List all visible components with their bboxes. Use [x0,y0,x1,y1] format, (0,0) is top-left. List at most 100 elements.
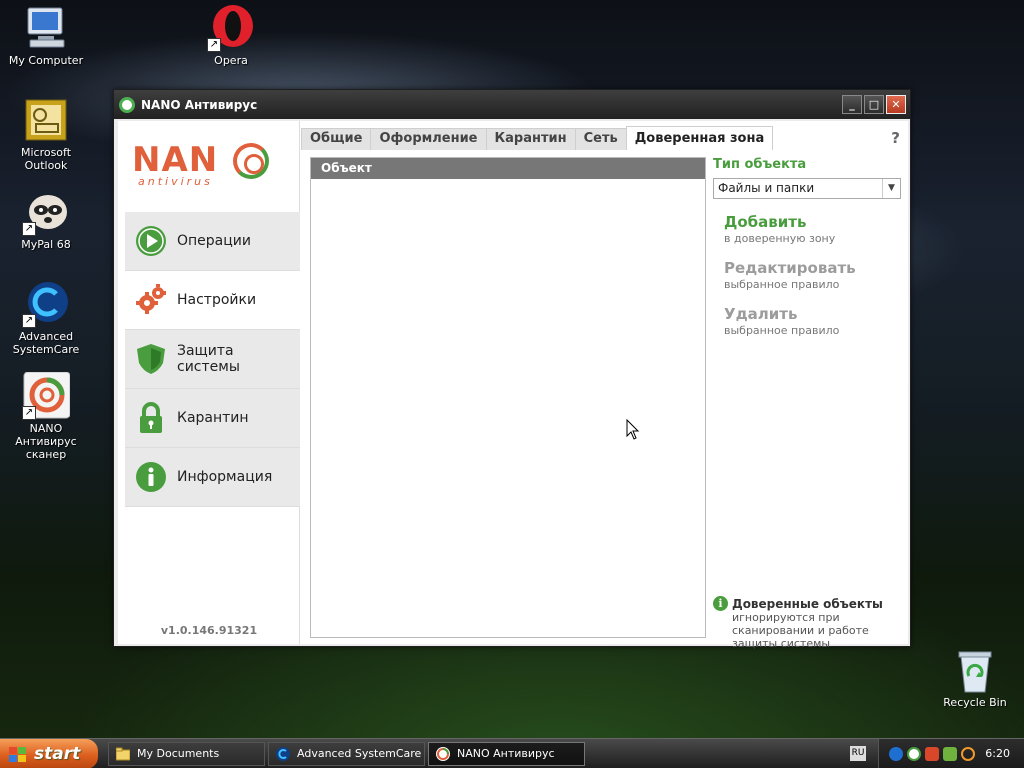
tab-trusted-zone[interactable]: Доверенная зона [625,126,774,150]
outlook-icon [22,96,70,144]
language-indicator[interactable]: RU [850,746,866,761]
sidebar: NAN antivirus Операции Настройки Защита … [118,121,300,644]
info-icon: i [713,596,728,611]
minimize-button[interactable]: _ [842,95,862,114]
systemcare-icon: ↗ [22,280,70,328]
opera-icon: ↗ [207,4,255,52]
actions-panel: Тип объекта Файлы и папки ▼ Добавить в д… [713,157,903,650]
desktop-icon-label: NANO Антивирус сканер [15,422,77,461]
object-type-select[interactable]: Файлы и папки ▼ [713,178,901,199]
raccoon-icon: ↗ [22,188,70,236]
desktop-icon-label: Advanced SystemCare [12,330,80,356]
edit-label: Редактировать [724,259,856,277]
computer-icon [22,4,70,52]
window-title: NANO Антивирус [141,97,258,112]
tab-appearance[interactable]: Оформление [370,128,487,150]
sidebar-item-label: Карантин [177,410,249,426]
info-title: Доверенные объекты [732,596,883,611]
info-text: игнорируются при сканировании и работе з… [732,611,869,650]
desktop-icon-nano-scanner[interactable]: ↗ NANO Антивирус сканер [0,371,92,461]
add-sublabel: в доверенную зону [724,232,836,245]
desktop-icon-label: Microsoft Outlook [20,146,72,172]
list-column-header[interactable]: Объект [311,158,705,179]
delete-label: Удалить [724,305,798,323]
chevron-down-icon[interactable]: ▼ [882,179,900,198]
desktop-icon-opera[interactable]: ↗ Opera [185,4,277,67]
desktop-icon-label: MyPal 68 [21,238,71,251]
tray-network-icon[interactable] [943,747,957,761]
maximize-button[interactable]: □ [864,95,884,114]
object-type-value: Файлы и папки [718,181,815,195]
shortcut-arrow-icon: ↗ [207,38,221,52]
shortcut-arrow-icon: ↗ [22,406,36,420]
taskbar-item-advanced-systemcare[interactable]: Advanced SystemCare [268,742,425,766]
taskbar-item-label: My Documents [137,747,220,760]
taskbar-item-label: NANO Антивирус [457,747,555,760]
object-type-label: Тип объекта [713,157,807,172]
desktop-icon-mypal[interactable]: ↗ MyPal 68 [0,188,92,251]
systemcare-icon [276,747,290,761]
desktop-icon-recycle-bin[interactable]: Recycle Bin [929,646,1021,709]
taskbar-item-nano[interactable]: NANO Антивирус [428,742,585,766]
settings-tabs: Общие Оформление Карантин Сеть Доверенна… [301,126,774,150]
logo-ring-icon [233,143,269,179]
sidebar-item-label: Защита системы [177,343,240,375]
play-icon [135,225,167,257]
add-button[interactable]: Добавить в доверенную зону [724,213,903,245]
desktop-icon-my-computer[interactable]: My Computer [0,4,92,67]
tray-search-icon[interactable] [961,747,975,761]
tab-quarantine[interactable]: Карантин [485,128,576,150]
start-button[interactable]: start [0,739,98,768]
info-icon [135,461,167,493]
taskbar: start My Documents Advanced SystemCare N… [0,738,1024,768]
taskbar-item-my-documents[interactable]: My Documents [108,742,265,766]
edit-sublabel: выбранное правило [724,278,840,291]
desktop-icon-label: My Computer [8,54,84,67]
sidebar-item-quarantine[interactable]: Карантин [125,389,300,448]
tab-network[interactable]: Сеть [574,128,627,150]
tray-nano-icon[interactable] [907,747,921,761]
desktop-icon-outlook[interactable]: Microsoft Outlook [0,96,92,172]
nano-app-icon [119,96,135,113]
help-button[interactable]: ? [891,129,900,147]
folder-icon [115,747,131,761]
tray-tools-icon[interactable] [925,747,939,761]
sidebar-item-label: Настройки [177,292,257,308]
tray-systemcare-icon[interactable] [889,747,903,761]
desktop-icon-label: Opera [214,54,248,67]
add-label: Добавить [724,213,807,231]
sidebar-item-information[interactable]: Информация [125,448,300,507]
taskbar-item-label: Advanced SystemCare [297,747,422,760]
delete-sublabel: выбранное правило [724,324,840,337]
gears-icon [135,284,167,316]
sidebar-item-label: Информация [177,469,273,485]
system-tray: 6:20 [878,739,1024,768]
shield-icon [135,343,167,375]
lock-icon [135,402,167,434]
close-button[interactable]: ✕ [886,95,906,114]
trusted-objects-list[interactable]: Объект [310,157,706,638]
recycle-bin-icon [951,646,999,694]
tab-general[interactable]: Общие [301,128,372,150]
nano-window: NANO Антивирус _ □ ✕ NAN antivirus Опера… [113,89,911,650]
shortcut-arrow-icon: ↗ [22,314,36,328]
sidebar-item-system-protection[interactable]: Защита системы [125,330,300,389]
window-titlebar[interactable]: NANO Антивирус _ □ ✕ [114,90,910,119]
version-label: v1.0.146.91321 [160,624,258,637]
desktop-icon-label: Recycle Bin [943,696,1007,709]
clock: 6:20 [985,747,1010,760]
trusted-info: i Доверенные объекты игнорируются при ск… [713,596,903,650]
nano-icon [436,747,450,761]
sidebar-item-label: Операции [177,233,251,249]
nano-scanner-icon: ↗ [22,371,71,420]
window-client: NAN antivirus Операции Настройки Защита … [118,121,908,650]
sidebar-item-settings[interactable]: Настройки [125,271,300,330]
windows-logo-icon [9,747,27,762]
delete-button[interactable]: Удалить выбранное правило [724,305,903,337]
mouse-cursor-icon [626,419,640,440]
desktop-icon-advanced-systemcare[interactable]: ↗ Advanced SystemCare [0,280,92,356]
nano-logo: NAN antivirus [132,141,272,193]
edit-button[interactable]: Редактировать выбранное правило [724,259,903,291]
sidebar-item-operations[interactable]: Операции [125,212,300,271]
shortcut-arrow-icon: ↗ [22,222,36,236]
